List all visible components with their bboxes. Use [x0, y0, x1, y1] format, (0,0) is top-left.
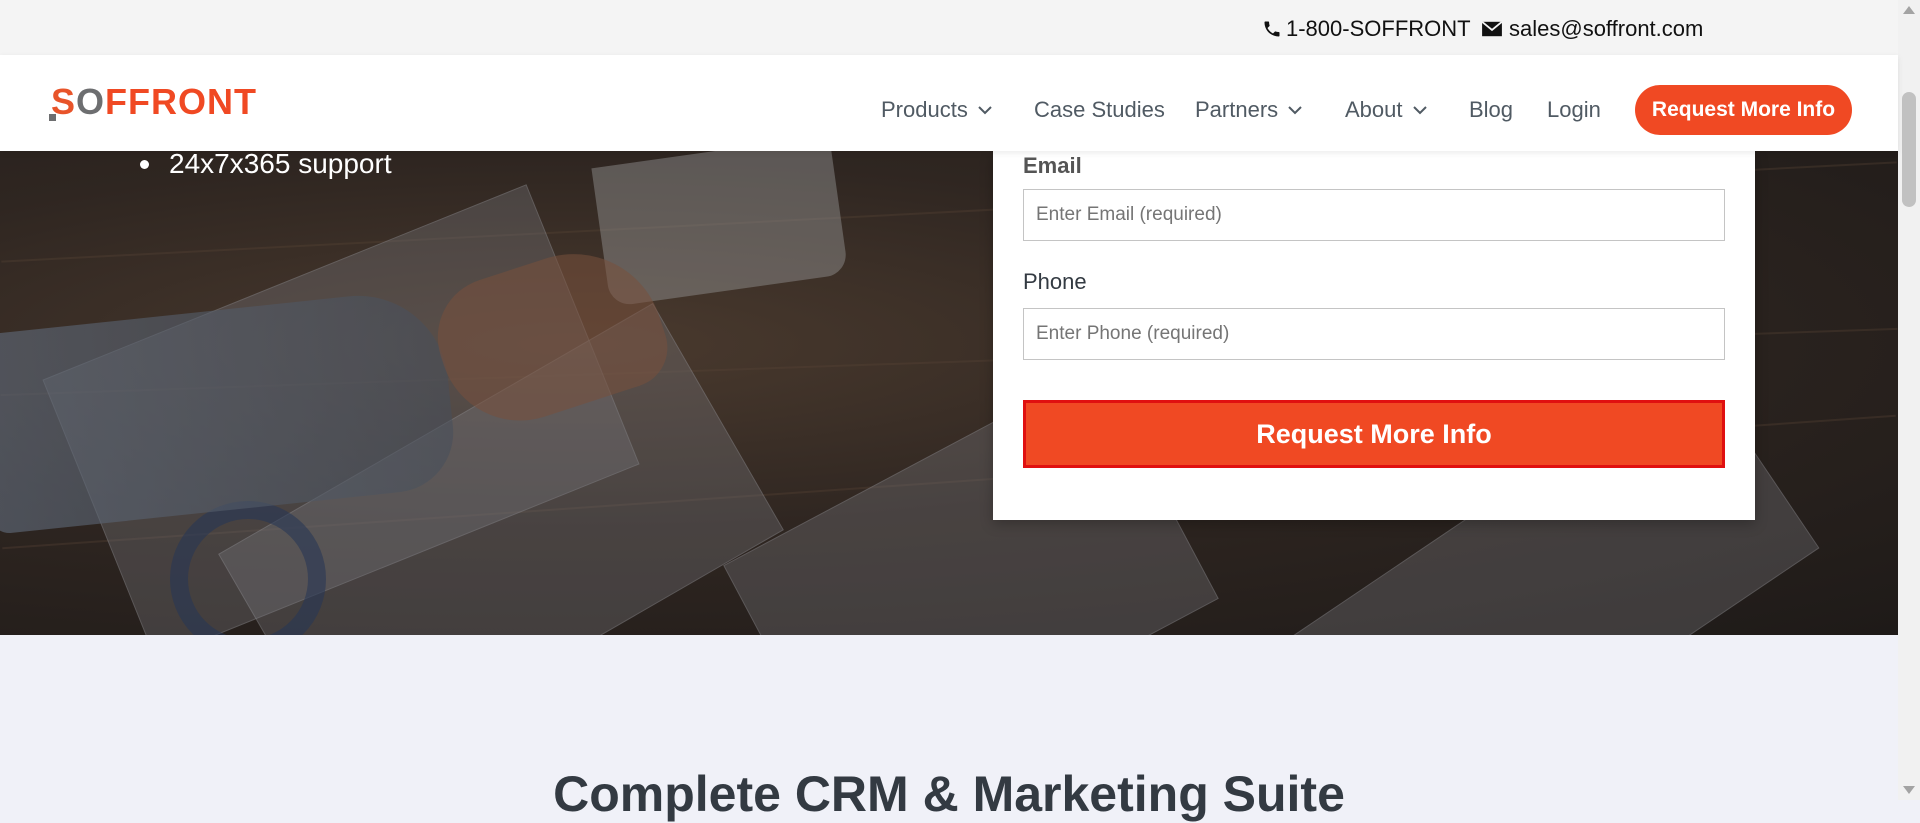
- nav-products[interactable]: Products: [881, 97, 992, 123]
- site-header: S O FFRONT Products Case Studies Partners …: [0, 55, 1898, 151]
- request-info-submit-button[interactable]: Request More Info: [1023, 400, 1725, 468]
- top-contact-bar: 1-800-SOFFRONT sales@soffront.com: [0, 0, 1898, 55]
- phone-number: 1-800-SOFFRONT: [1286, 16, 1471, 41]
- email-contact[interactable]: sales@soffront.com: [1481, 16, 1703, 42]
- logo-o: O: [76, 81, 106, 122]
- nav-products-label: Products: [881, 97, 968, 122]
- logo-ffront: FFRONT: [105, 81, 257, 122]
- request-info-header-button[interactable]: Request More Info: [1635, 85, 1852, 135]
- logo-s: S: [48, 81, 77, 122]
- page-scrollbar[interactable]: [1898, 0, 1920, 800]
- feature-bullet-text: 24x7x365 support: [169, 148, 392, 179]
- scroll-down-icon[interactable]: [1903, 786, 1915, 794]
- phone-field[interactable]: [1023, 308, 1725, 360]
- email-label: Email: [1023, 153, 1082, 178]
- nav-case-studies[interactable]: Case Studies: [1034, 97, 1165, 123]
- chevron-down-icon: [978, 105, 992, 114]
- email-field[interactable]: [1023, 189, 1725, 241]
- email-address: sales@soffront.com: [1509, 16, 1704, 41]
- nav-login-label: Login: [1547, 97, 1601, 122]
- nav-case-studies-label: Case Studies: [1034, 97, 1165, 122]
- bullet-dot: [140, 159, 149, 169]
- scroll-up-icon[interactable]: [1903, 6, 1915, 14]
- phone-label: Phone: [1023, 269, 1087, 294]
- nav-login[interactable]: Login: [1547, 97, 1601, 123]
- nav-about-label: About: [1345, 97, 1403, 122]
- section-title: Complete CRM & Marketing Suite: [553, 766, 1345, 822]
- soffront-logo[interactable]: S O FFRONT: [48, 81, 257, 122]
- phone-contact[interactable]: 1-800-SOFFRONT: [1262, 16, 1471, 42]
- nav-partners[interactable]: Partners: [1195, 97, 1302, 123]
- nav-about[interactable]: About: [1345, 97, 1427, 123]
- chevron-down-icon: [1288, 105, 1302, 114]
- nav-partners-label: Partners: [1195, 97, 1279, 122]
- envelope-icon: [1481, 21, 1503, 37]
- nav-blog-label: Blog: [1469, 97, 1514, 122]
- nav-blog[interactable]: Blog: [1469, 97, 1513, 123]
- phone-icon: [1264, 21, 1280, 37]
- request-info-form: Email Phone Request More Info: [993, 151, 1755, 520]
- feature-bullet: 24x7x365 support: [140, 148, 392, 180]
- chevron-down-icon: [1412, 105, 1427, 114]
- scrollbar-thumb[interactable]: [1902, 92, 1916, 207]
